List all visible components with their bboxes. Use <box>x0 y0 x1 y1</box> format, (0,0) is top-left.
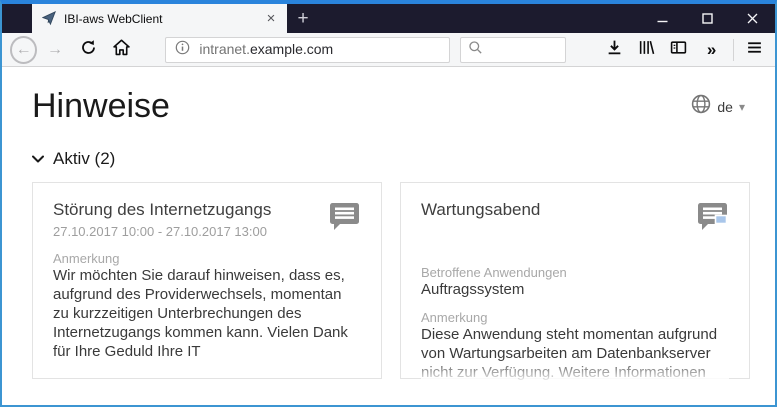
message-icon <box>328 201 361 237</box>
globe-icon <box>691 94 711 119</box>
new-tab-button[interactable]: + <box>287 4 319 33</box>
info-icon[interactable] <box>175 40 190 60</box>
card-header: Wartungsabend <box>421 200 729 237</box>
chevron-down-icon <box>32 150 44 168</box>
tab-title: IBI-aws WebClient <box>64 11 163 26</box>
sidebar-button[interactable] <box>666 36 691 64</box>
download-button[interactable] <box>602 36 627 64</box>
card-date-range: 27.10.2017 10:00 - 27.10.2017 13:00 <box>53 224 267 239</box>
language-code: de <box>717 98 733 115</box>
truncated-text-container: Diese Anwendung steht momentan aufgrund … <box>421 325 729 383</box>
field-label: Anmerkung <box>421 310 488 325</box>
tab-bar: IBI-aws WebClient × + <box>2 4 775 33</box>
tabbar-spacer <box>2 4 32 33</box>
field-label: Anmerkung <box>53 251 120 266</box>
field-value: Diese Anwendung steht momentan aufgrund … <box>421 326 718 381</box>
browser-tab[interactable]: IBI-aws WebClient × <box>32 4 287 33</box>
search-input[interactable] <box>460 36 566 63</box>
language-selector[interactable]: de ▾ <box>691 94 745 119</box>
ibi-aws-favicon-icon <box>41 11 57 27</box>
field-value: Wir möchten Sie darauf hinweisen, dass e… <box>53 267 348 360</box>
card-header: Störung des Internetzugangs 27.10.2017 1… <box>53 200 361 239</box>
reload-icon <box>80 39 97 61</box>
download-icon <box>606 39 623 61</box>
home-button[interactable] <box>110 36 133 64</box>
titlebar-drag-area[interactable] <box>319 4 640 33</box>
navigation-toolbar: ← → intranet.example.com » <box>2 33 775 67</box>
page-content: Hinweise de ▾ Aktiv (2) Störung des Inte… <box>2 67 775 405</box>
window-controls <box>640 4 775 33</box>
sidebar-icon <box>670 39 687 61</box>
overflow-chevrons-icon: » <box>706 39 717 59</box>
home-icon <box>113 38 130 61</box>
library-icon <box>638 39 655 61</box>
url-subdomain: intranet. <box>199 40 250 57</box>
menu-button[interactable] <box>742 36 767 64</box>
close-button[interactable] <box>730 4 775 33</box>
back-icon: ← <box>15 40 32 58</box>
card-title: Störung des Internetzugangs <box>53 200 272 219</box>
overflow-button[interactable]: » <box>698 36 723 64</box>
field-label: Betroffene Anwendungen <box>421 265 567 280</box>
library-button[interactable] <box>634 36 659 64</box>
section-aktiv-toggle[interactable]: Aktiv (2) <box>2 126 775 169</box>
tab-close-icon[interactable]: × <box>261 9 281 29</box>
section-label: Aktiv (2) <box>53 149 116 168</box>
url-text: intranet.example.com <box>199 41 333 59</box>
caret-down-icon: ▾ <box>738 99 745 114</box>
maximize-button[interactable] <box>685 4 730 33</box>
search-icon <box>468 40 483 60</box>
page-title: Hinweise <box>32 87 170 125</box>
toolbar-separator <box>732 38 734 61</box>
hamburger-menu-icon <box>746 39 763 61</box>
field-value: Auftragssystem <box>421 281 525 298</box>
card-title: Wartungsabend <box>421 200 541 219</box>
notice-cards: Störung des Internetzugangs 27.10.2017 1… <box>2 169 775 383</box>
url-domain: example.com <box>249 40 334 57</box>
minimize-button[interactable] <box>640 4 685 33</box>
message-status-icon <box>696 201 729 237</box>
url-bar[interactable]: intranet.example.com <box>165 36 451 63</box>
forward-button[interactable]: → <box>43 36 66 64</box>
browser-window: IBI-aws WebClient × + ← → intranet.examp… <box>0 0 777 407</box>
notice-card-wartung: Wartungsabend Betroffene Anwendungen Auf… <box>400 182 750 383</box>
reload-button[interactable] <box>77 36 100 64</box>
back-button[interactable]: ← <box>10 35 38 64</box>
page-header: Hinweise de ▾ <box>2 67 775 126</box>
notice-card-stoerung: Störung des Internetzugangs 27.10.2017 1… <box>32 182 382 379</box>
forward-icon: → <box>47 40 64 58</box>
